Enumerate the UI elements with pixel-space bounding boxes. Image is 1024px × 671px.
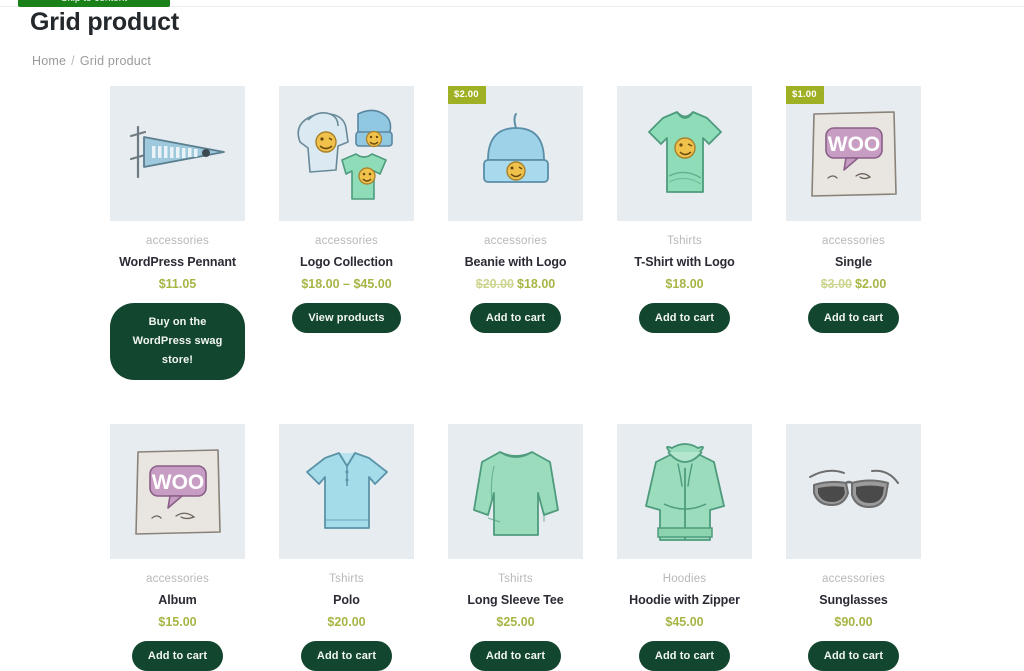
- breadcrumb-separator: /: [71, 54, 75, 68]
- add-to-cart-button[interactable]: Add to cart: [469, 641, 562, 671]
- product-price: $3.00 $2.00: [786, 277, 921, 292]
- product-title[interactable]: Polo: [279, 593, 414, 608]
- product-title[interactable]: T-Shirt with Logo: [617, 255, 752, 270]
- add-to-cart-button[interactable]: Add to cart: [807, 303, 900, 333]
- product-title[interactable]: Long Sleeve Tee: [448, 593, 583, 608]
- add-to-cart-button[interactable]: Add to cart: [638, 641, 731, 671]
- product-card: WOO accessories Album $15.00 Add to cart: [110, 424, 245, 671]
- product-category[interactable]: accessories: [110, 572, 245, 586]
- product-card: Tshirts T-Shirt with Logo $18.00 Add to car…: [617, 86, 752, 380]
- product-category[interactable]: Tshirts: [448, 572, 583, 586]
- hoodie-zipper-icon: [617, 424, 752, 559]
- pennant-icon: [110, 86, 245, 221]
- product-thumbnail-link[interactable]: [617, 86, 752, 221]
- product-title[interactable]: Logo Collection: [279, 255, 414, 270]
- product-category[interactable]: accessories: [279, 234, 414, 248]
- sale-price: $18.00: [517, 277, 556, 291]
- breadcrumb-home-link[interactable]: Home: [32, 54, 66, 68]
- product-price: $18.00: [665, 277, 704, 291]
- product-card: accessories Sunglasses $90.00 Add to cart: [786, 424, 921, 671]
- add-to-cart-button[interactable]: Add to cart: [469, 303, 562, 333]
- product-price: $20.00: [327, 615, 366, 629]
- product-price: $18.00 – $45.00: [301, 277, 392, 291]
- sale-badge: $2.00: [448, 86, 486, 104]
- add-to-cart-button[interactable]: Add to cart: [807, 641, 900, 671]
- add-to-cart-button[interactable]: Add to cart: [300, 641, 393, 671]
- sunglasses-icon: [786, 424, 921, 559]
- svg-text:WOO: WOO: [827, 133, 880, 156]
- svg-text:WOO: WOO: [151, 471, 204, 494]
- product-card: WOO $1.00 accessories Single $3.00 $2.00 Add …: [786, 86, 921, 380]
- product-title[interactable]: Album: [110, 593, 245, 608]
- product-price: $20.00 $18.00: [448, 277, 583, 292]
- product-category[interactable]: accessories: [786, 572, 921, 586]
- product-thumbnail-link[interactable]: [786, 424, 921, 559]
- product-card: accessories Logo Collection $18.00 – $45.0…: [279, 86, 414, 380]
- product-card: accessories WordPress Pennant $11.05 Buy on…: [110, 86, 245, 380]
- add-to-cart-button[interactable]: Buy on the WordPress swag store!: [110, 303, 245, 380]
- product-title[interactable]: Sunglasses: [786, 593, 921, 608]
- breadcrumb: Home / Grid product: [32, 54, 1024, 68]
- product-card: $2.00 accessories Beanie with Logo $20.00 $1…: [448, 86, 583, 380]
- product-thumbnail-link[interactable]: [279, 86, 414, 221]
- page-header: Grid product Home / Grid product: [0, 7, 1024, 68]
- breadcrumb-current: Grid product: [79, 54, 152, 68]
- product-thumbnail-link[interactable]: [617, 424, 752, 559]
- product-title[interactable]: Beanie with Logo: [448, 255, 583, 270]
- page-title: Grid product: [30, 8, 179, 36]
- regular-price: $20.00: [475, 277, 514, 291]
- product-price: $25.00: [496, 615, 535, 629]
- product-price: $45.00: [665, 615, 704, 629]
- product-title[interactable]: WordPress Pennant: [110, 255, 245, 270]
- product-card: Tshirts Long Sleeve Tee $25.00 Add to cart: [448, 424, 583, 671]
- product-thumbnail-link[interactable]: WOO: [110, 424, 245, 559]
- product-category[interactable]: accessories: [110, 234, 245, 248]
- product-price: $11.05: [158, 277, 197, 291]
- product-thumbnail-link[interactable]: [448, 424, 583, 559]
- add-to-cart-button[interactable]: Add to cart: [131, 641, 224, 671]
- product-category[interactable]: Tshirts: [279, 572, 414, 586]
- regular-price: $3.00: [820, 277, 852, 291]
- polo-icon: [279, 424, 414, 559]
- tshirt-icon: [617, 86, 752, 221]
- add-to-cart-button[interactable]: Add to cart: [638, 303, 731, 333]
- product-thumbnail-link[interactable]: [110, 86, 245, 221]
- long-sleeve-tee-icon: [448, 424, 583, 559]
- sale-price: $2.00: [855, 277, 887, 291]
- product-title[interactable]: Single: [786, 255, 921, 270]
- product-grid: accessories WordPress Pennant $11.05 Buy on…: [30, 86, 994, 671]
- product-thumbnail-link[interactable]: $2.00: [448, 86, 583, 221]
- woo-single-icon: WOO: [786, 86, 921, 221]
- product-price: $90.00: [834, 615, 873, 629]
- product-card: Tshirts Polo $20.00 Add to cart: [279, 424, 414, 671]
- product-thumbnail-link[interactable]: WOO $1.00: [786, 86, 921, 221]
- product-category[interactable]: Tshirts: [617, 234, 752, 248]
- sale-badge: $1.00: [786, 86, 824, 104]
- woo-album-icon: WOO: [110, 424, 245, 559]
- product-title[interactable]: Hoodie with Zipper: [617, 593, 752, 608]
- product-category[interactable]: Hoodies: [617, 572, 752, 586]
- product-category[interactable]: accessories: [448, 234, 583, 248]
- beanie-icon: [448, 86, 583, 221]
- add-to-cart-button[interactable]: View products: [292, 303, 401, 333]
- top-divider: Skip to content: [0, 0, 1024, 7]
- product-card: Hoodies Hoodie with Zipper $45.00 Add to ca…: [617, 424, 752, 671]
- product-thumbnail-link[interactable]: [279, 424, 414, 559]
- skip-to-content-link[interactable]: Skip to content: [18, 0, 170, 7]
- logo-collection-icon: [279, 86, 414, 221]
- product-price: $15.00: [158, 615, 197, 629]
- product-category[interactable]: accessories: [786, 234, 921, 248]
